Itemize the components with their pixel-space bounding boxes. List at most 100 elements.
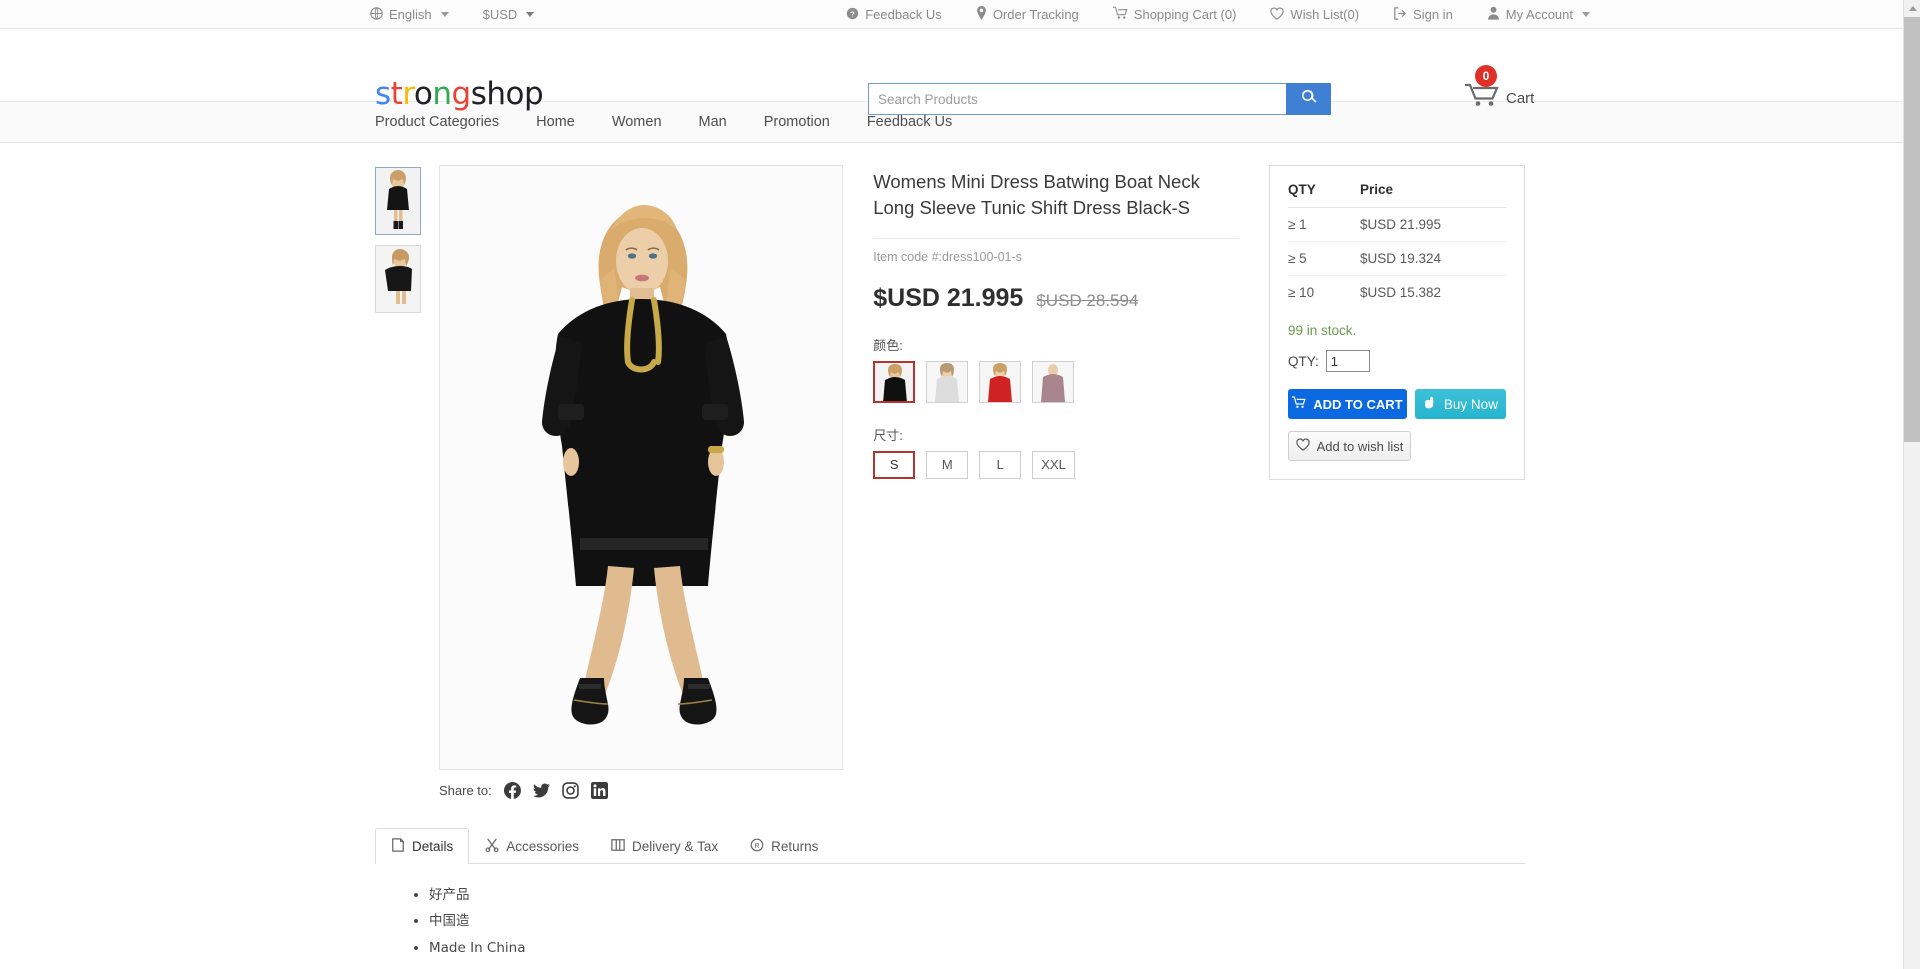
size-button-m[interactable]: M	[926, 450, 969, 479]
purchase-panel: QTY Price ≥ 1 $USD 21.995 ≥ 5 $USD 19.32…	[1269, 165, 1525, 480]
list-item: 好产品	[429, 882, 1525, 908]
column-header-price: Price	[1360, 182, 1506, 208]
gallery-thumbnail[interactable]	[375, 245, 421, 313]
color-swatch-black[interactable]	[873, 360, 916, 403]
color-swatch-red[interactable]	[979, 360, 1022, 403]
site-logo[interactable]: strongshop	[375, 76, 544, 112]
cart-icon	[1112, 6, 1128, 22]
size-button-s[interactable]: S	[873, 450, 916, 479]
tab-accessories[interactable]: Accessories	[469, 828, 595, 864]
search-bar	[868, 83, 1331, 115]
tab-panel-details: 好产品 中国造 Made In China	[375, 864, 1525, 961]
sign-in-icon	[1393, 6, 1407, 22]
topbar-link-sign-in[interactable]: Sign in	[1393, 7, 1453, 22]
instagram-icon[interactable]	[562, 782, 579, 799]
search-icon	[1301, 89, 1317, 110]
buy-now-label: Buy Now	[1443, 396, 1498, 412]
add-to-cart-label: ADD TO CART	[1313, 396, 1403, 412]
share-label: Share to:	[439, 783, 492, 798]
stock-status: 99 in stock.	[1288, 323, 1357, 338]
tier-price: $USD 19.324	[1360, 241, 1506, 276]
size-button-l[interactable]: L	[979, 450, 1022, 479]
topbar-link-label: Feedback Us	[865, 6, 942, 22]
table-row: ≥ 1 $USD 21.995	[1288, 207, 1506, 242]
scrollbar-thumb[interactable]	[1904, 17, 1920, 442]
color-option-label: 颜色:	[873, 337, 903, 353]
topbar-link-order-tracking[interactable]: Order Tracking	[976, 6, 1079, 22]
original-price: $USD 28.594	[1036, 290, 1139, 310]
product-info: Womens Mini Dress Batwing Boat Neck Long…	[873, 165, 1239, 479]
header-cart[interactable]: 0 Cart	[1462, 65, 1534, 109]
size-option-label: 尺寸:	[873, 427, 903, 443]
logo-letter: g	[451, 76, 472, 112]
product-title: Womens Mini Dress Batwing Boat Neck Long…	[873, 171, 1200, 219]
scroll-up-arrow[interactable]	[1904, 0, 1920, 17]
facebook-icon[interactable]	[503, 782, 521, 799]
heart-icon	[1270, 7, 1285, 22]
twitter-icon[interactable]	[532, 782, 550, 799]
color-swatch-white[interactable]	[926, 360, 969, 403]
tab-label: Returns	[771, 839, 819, 854]
nav-item-promotion[interactable]: Promotion	[764, 114, 830, 130]
logo-letter: shop	[470, 76, 544, 112]
hand-pointer-icon	[1423, 396, 1437, 412]
currency-selector[interactable]: $USD	[483, 7, 535, 22]
quantity-input[interactable]	[1325, 350, 1370, 372]
tab-returns[interactable]: R Returns	[734, 828, 834, 864]
table-row: ≥ 10 $USD 15.382	[1288, 276, 1506, 310]
topbar-link-shopping-cart[interactable]: Shopping Cart (0)	[1112, 6, 1237, 22]
color-swatch-mauve[interactable]	[1032, 360, 1075, 403]
quantity-row: QTY:	[1288, 350, 1506, 372]
topbar-link-label: My Account	[1505, 6, 1573, 22]
search-input[interactable]	[868, 83, 1286, 115]
price-tier-table: QTY Price ≥ 1 $USD 21.995 ≥ 5 $USD 19.32…	[1288, 182, 1506, 309]
size-button-xxl[interactable]: XXL	[1032, 450, 1075, 479]
details-bullet-list: 好产品 中国造 Made In China	[375, 882, 1525, 961]
logo-letter: o	[413, 76, 433, 112]
item-code: Item code #:dress100-01-s	[873, 249, 1022, 264]
tier-price: $USD 15.382	[1360, 285, 1442, 300]
topbar-link-label: Shopping Cart (0)	[1133, 6, 1237, 22]
product-main-image[interactable]	[438, 165, 844, 770]
tab-delivery-tax[interactable]: Delivery & Tax	[595, 828, 734, 864]
topbar-link-label: Sign in	[1413, 6, 1453, 22]
buy-now-button[interactable]: Buy Now	[1414, 389, 1506, 419]
nav-item-feedback-us[interactable]: Feedback Us	[867, 114, 952, 130]
topbar-link-feedback[interactable]: ? Feedback Us	[846, 7, 942, 22]
tab-details[interactable]: Details	[375, 828, 470, 864]
gallery-thumbnail[interactable]	[375, 167, 421, 235]
tier-qty: ≥ 1	[1288, 207, 1360, 242]
page-scrollbar[interactable]	[1903, 0, 1920, 969]
question-circle-icon: ?	[846, 7, 859, 22]
add-to-cart-button[interactable]: ADD TO CART	[1288, 389, 1407, 419]
nav-item-product-categories[interactable]: Product Categories	[375, 114, 499, 130]
tab-label: Accessories	[506, 839, 580, 854]
logo-letter: t	[390, 76, 403, 112]
nav-item-home[interactable]: Home	[536, 114, 575, 130]
table-row: ≥ 5 $USD 19.324	[1288, 241, 1506, 276]
list-item: 中国造	[429, 908, 1525, 934]
size-options: S M L XXL	[873, 450, 1239, 479]
topbar-link-wish-list[interactable]: Wish List(0)	[1270, 7, 1359, 22]
nav-item-women[interactable]: Women	[612, 114, 662, 130]
title-divider	[873, 237, 1239, 239]
color-swatches	[873, 360, 1239, 403]
chevron-down-icon	[1582, 11, 1590, 17]
currency-label: $USD	[482, 6, 518, 22]
language-selector[interactable]: English	[370, 7, 449, 22]
search-button[interactable]	[1286, 83, 1331, 115]
scissors-icon	[485, 838, 499, 855]
top-utility-bar: English $USD ? Feedback Us Order Trackin…	[0, 0, 1920, 29]
product-tabs: Details Accessories Delivery & Tax R Ret…	[375, 827, 1525, 961]
linkedin-icon[interactable]	[590, 782, 608, 799]
topbar-link-my-account[interactable]: My Account	[1487, 6, 1590, 22]
user-icon	[1487, 6, 1500, 22]
topbar-link-label: Wish List(0)	[1290, 6, 1360, 22]
cart-icon: 0	[1462, 65, 1502, 109]
add-to-wish-list-button[interactable]: Add to wish list	[1288, 431, 1411, 461]
nav-item-man[interactable]: Man	[699, 114, 727, 130]
tier-qty: ≥ 5	[1288, 241, 1360, 276]
logo-letter: r	[402, 76, 414, 112]
tab-list: Details Accessories Delivery & Tax R Ret…	[375, 827, 1525, 864]
gallery-thumbnails	[375, 165, 427, 323]
